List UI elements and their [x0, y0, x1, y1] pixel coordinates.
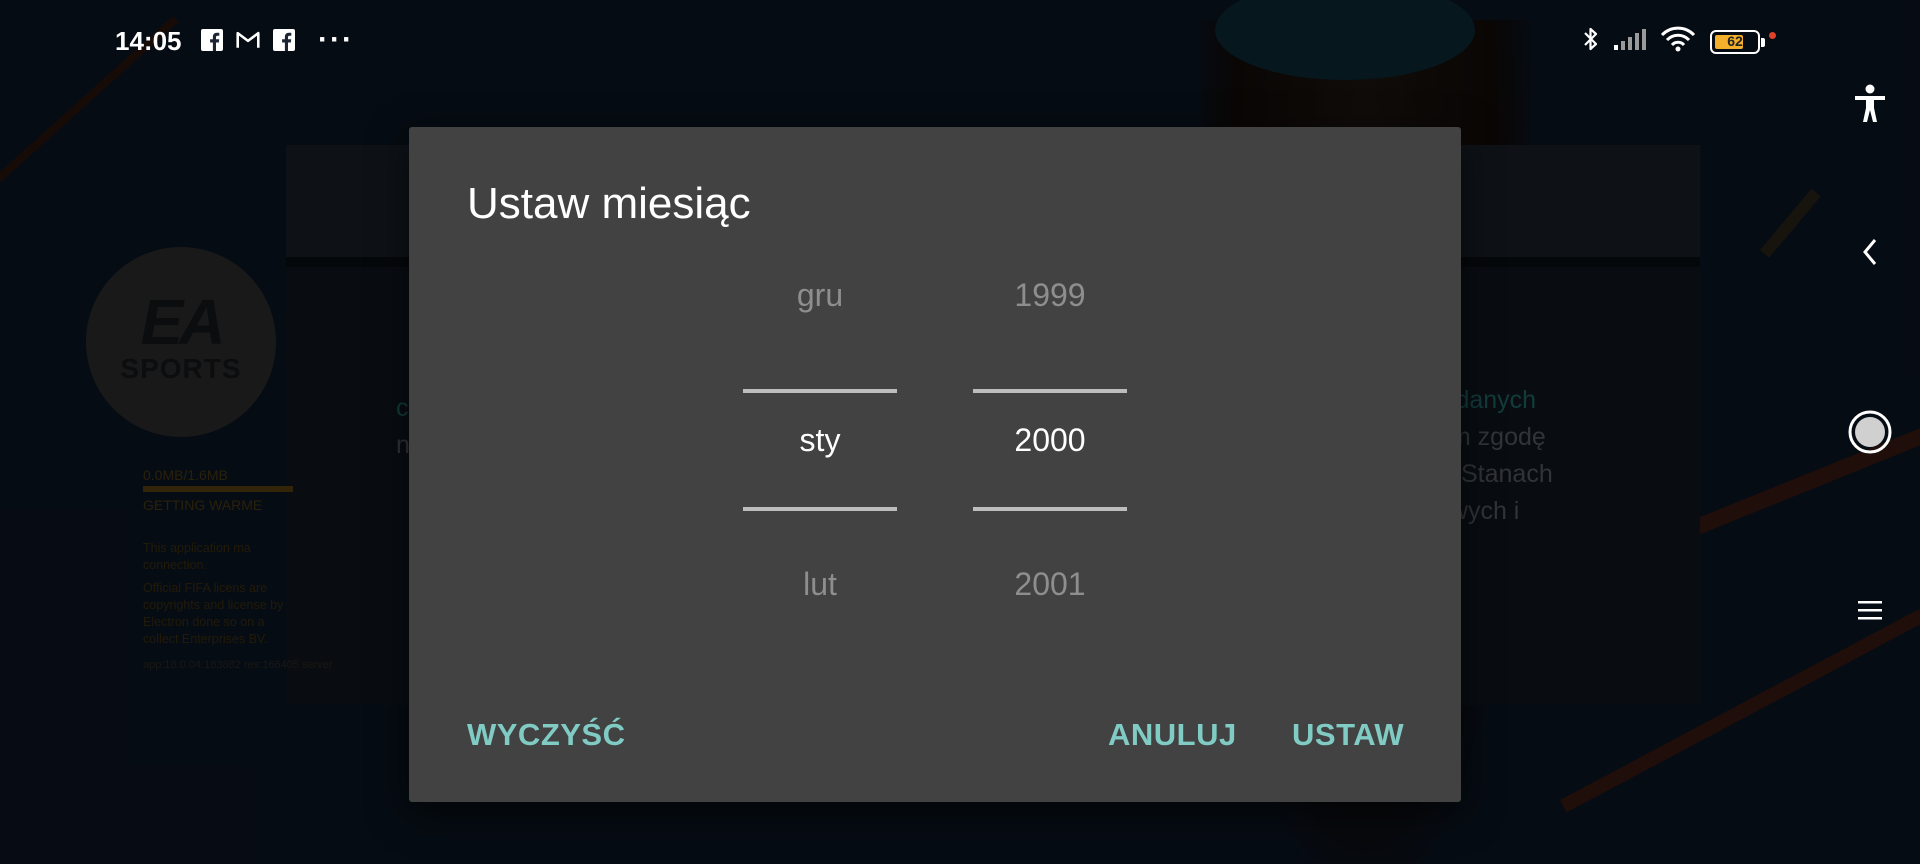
bluetooth-icon [1582, 26, 1600, 57]
menu-icon[interactable] [1840, 580, 1900, 640]
notification-icons: ··· [200, 23, 354, 56]
month-selected-option[interactable]: sty [743, 422, 897, 459]
battery-percent: 62 [1727, 32, 1743, 49]
dialog-title: Ustaw miesiąc [467, 179, 751, 228]
month-prev-option[interactable]: gru [743, 277, 897, 314]
cancel-button[interactable]: ANULUJ [1108, 717, 1237, 753]
year-next-option[interactable]: 2001 [973, 566, 1127, 603]
home-circle-icon[interactable] [1840, 402, 1900, 462]
clock: 14:05 [115, 26, 182, 56]
floating-side-toolbar [1820, 0, 1920, 864]
wheel-divider [973, 507, 1127, 511]
battery-icon: 62 [1710, 29, 1765, 54]
wheel-divider [743, 389, 897, 393]
wheel-divider [743, 507, 897, 511]
more-notifications-icon: ··· [318, 23, 354, 56]
clear-button[interactable]: WYCZYŚĆ [467, 717, 626, 753]
back-chevron-icon[interactable] [1840, 222, 1900, 282]
year-prev-option[interactable]: 1999 [973, 277, 1127, 314]
month-picker-dialog: Ustaw miesiąc gru sty lut 1999 2000 2001… [409, 127, 1461, 802]
accessibility-icon[interactable] [1840, 74, 1900, 134]
month-wheel[interactable]: gru sty lut [743, 227, 897, 602]
status-bar: 14:05 ··· 62 [0, 0, 1920, 84]
gmail-icon [236, 28, 260, 52]
facebook-icon [272, 28, 296, 52]
year-selected-option[interactable]: 2000 [973, 422, 1127, 459]
year-wheel[interactable]: 1999 2000 2001 [973, 227, 1127, 602]
set-button[interactable]: USTAW [1292, 717, 1404, 753]
facebook-icon [200, 28, 224, 52]
signal-icon [1614, 28, 1646, 55]
wifi-icon [1660, 26, 1696, 57]
notification-dot [1769, 32, 1776, 39]
month-next-option[interactable]: lut [743, 566, 897, 603]
system-icons: 62 [1582, 26, 1765, 57]
wheel-divider [973, 389, 1127, 393]
